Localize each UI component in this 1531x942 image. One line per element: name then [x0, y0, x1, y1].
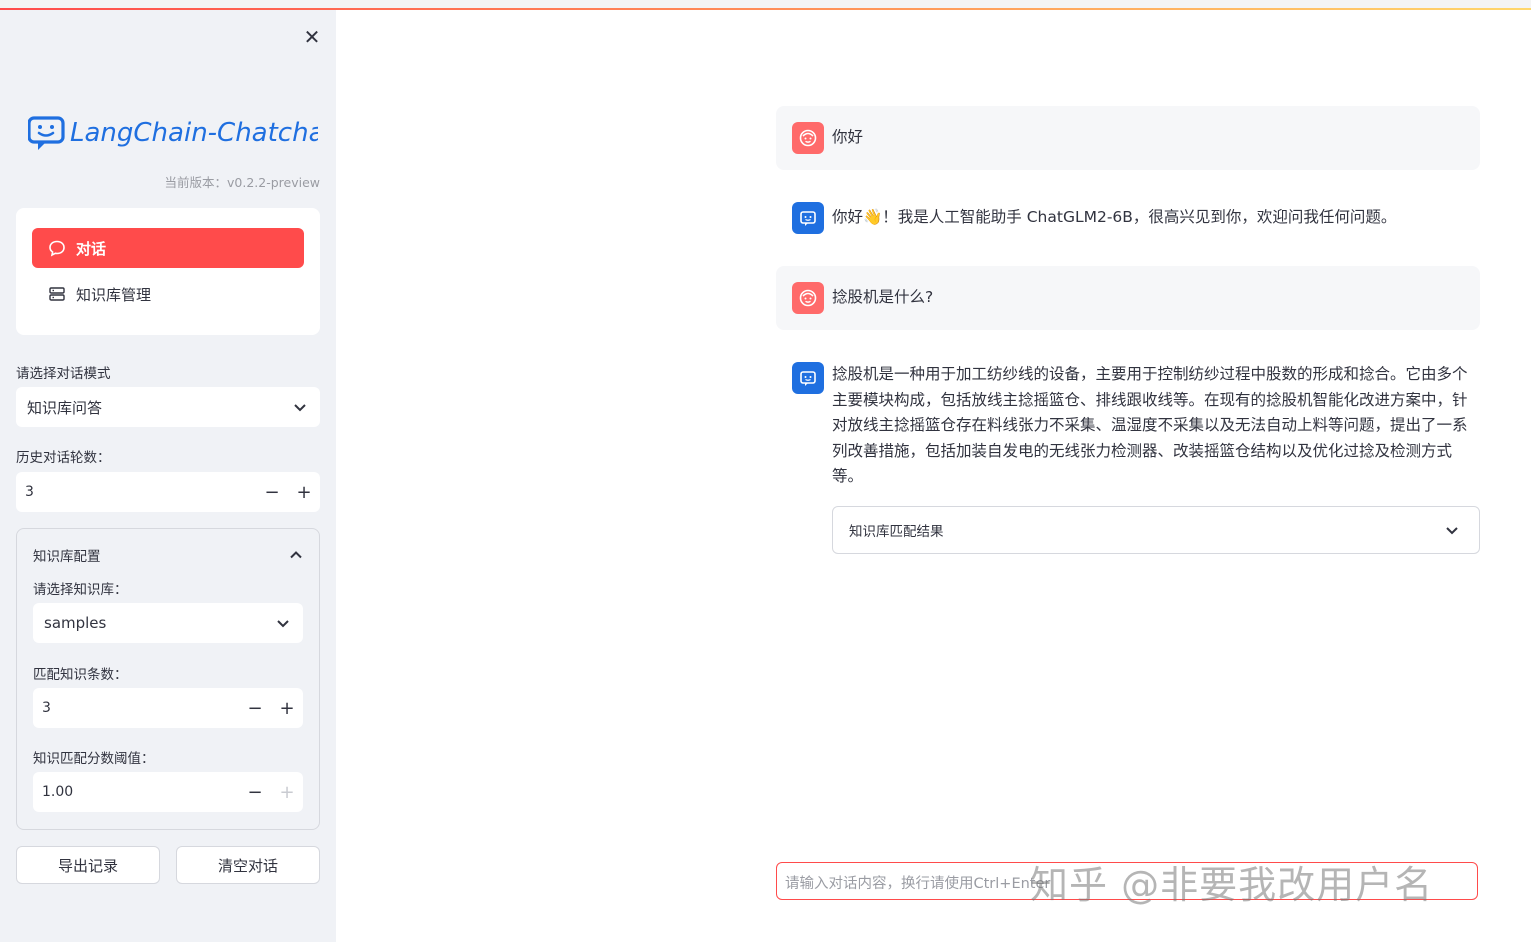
top-decoration-bar — [0, 0, 1531, 10]
message-text: 你好 — [832, 128, 864, 146]
watermark: 知乎 @非要我改用户名 — [1030, 863, 1434, 907]
minus-button[interactable]: − — [256, 472, 288, 512]
chat-bubble-icon — [49, 240, 65, 257]
history-value[interactable]: 3 — [25, 484, 256, 500]
threshold-label: 知识匹配分数阈值： — [33, 751, 155, 767]
message-text: 你好👋！我是人工智能助手 ChatGLM2-6B，很高兴见到你，欢迎问我任何问题… — [832, 208, 1397, 226]
nav-card: 对话 知识库管理 — [16, 208, 320, 335]
mode-label: 请选择对话模式 — [16, 366, 111, 382]
chevron-up-icon — [290, 551, 302, 559]
nav-item-label: 对话 — [76, 239, 107, 258]
message-text: 捻股机是什么? — [832, 288, 934, 306]
plus-button[interactable]: + — [271, 772, 303, 812]
plus-button[interactable]: + — [271, 688, 303, 728]
assistant-avatar-icon — [792, 362, 824, 394]
chevron-down-icon — [277, 620, 289, 628]
nav-item-label: 知识库管理 — [76, 285, 152, 304]
export-button[interactable]: 导出记录 — [16, 846, 160, 884]
kb-select-value: samples — [44, 614, 107, 632]
database-icon — [49, 287, 65, 301]
plus-button[interactable]: + — [288, 472, 320, 512]
minus-button[interactable]: − — [239, 688, 271, 728]
close-icon[interactable]: ✕ — [300, 25, 324, 49]
topk-value[interactable]: 3 — [42, 700, 239, 716]
kb-config-title: 知识库配置 — [33, 549, 101, 565]
minus-button[interactable]: − — [239, 772, 271, 812]
user-message — [776, 106, 1480, 170]
topk-stepper[interactable]: 3 − + — [33, 688, 303, 728]
user-avatar-icon — [792, 122, 824, 154]
threshold-value[interactable]: 1.00 — [42, 784, 239, 800]
history-stepper[interactable]: 3 − + — [16, 472, 320, 512]
threshold-stepper[interactable]: 1.00 − + — [33, 772, 303, 812]
message-text: 捻股机是一种用于加工纺纱线的设备，主要用于控制纺纱过程中股数的形成和捻合。它由多… — [832, 365, 1468, 485]
version-label: 当前版本：v0.2.2-preview — [164, 175, 321, 190]
clear-chat-button[interactable]: 清空对话 — [176, 846, 320, 884]
kb-select[interactable]: samples — [33, 603, 303, 643]
kb-config-expander: 知识库配置 请选择知识库： samples 匹配知识条数： 3 − + 知识匹配… — [16, 528, 320, 830]
nav-item-kb-management[interactable]: 知识库管理 — [32, 274, 304, 314]
chevron-down-icon — [294, 404, 306, 412]
history-label: 历史对话轮数： — [16, 450, 111, 466]
mode-select[interactable]: 知识库问答 — [16, 387, 320, 427]
mode-select-value: 知识库问答 — [27, 398, 103, 417]
logo-text: LangChain-Chatchat — [70, 118, 318, 148]
kb-config-header[interactable]: 知识库配置 — [33, 545, 303, 565]
kb-results-label: 知识库匹配结果 — [849, 524, 944, 540]
sidebar: ✕ LangChain-Chatchat 当前版本：v0.2.2-preview… — [0, 10, 336, 942]
logo: LangChain-Chatchat — [27, 110, 336, 154]
nav-item-chat[interactable]: 对话 — [32, 228, 304, 268]
kb-results-expander[interactable]: 知识库匹配结果 — [832, 506, 1480, 554]
kb-select-label: 请选择知识库： — [33, 582, 128, 598]
logo-chat-icon: LangChain-Chatchat — [27, 116, 336, 150]
assistant-avatar-icon — [792, 202, 824, 234]
topk-label: 匹配知识条数： — [33, 667, 128, 683]
user-avatar-icon — [792, 282, 824, 314]
chevron-down-icon — [1446, 527, 1458, 535]
